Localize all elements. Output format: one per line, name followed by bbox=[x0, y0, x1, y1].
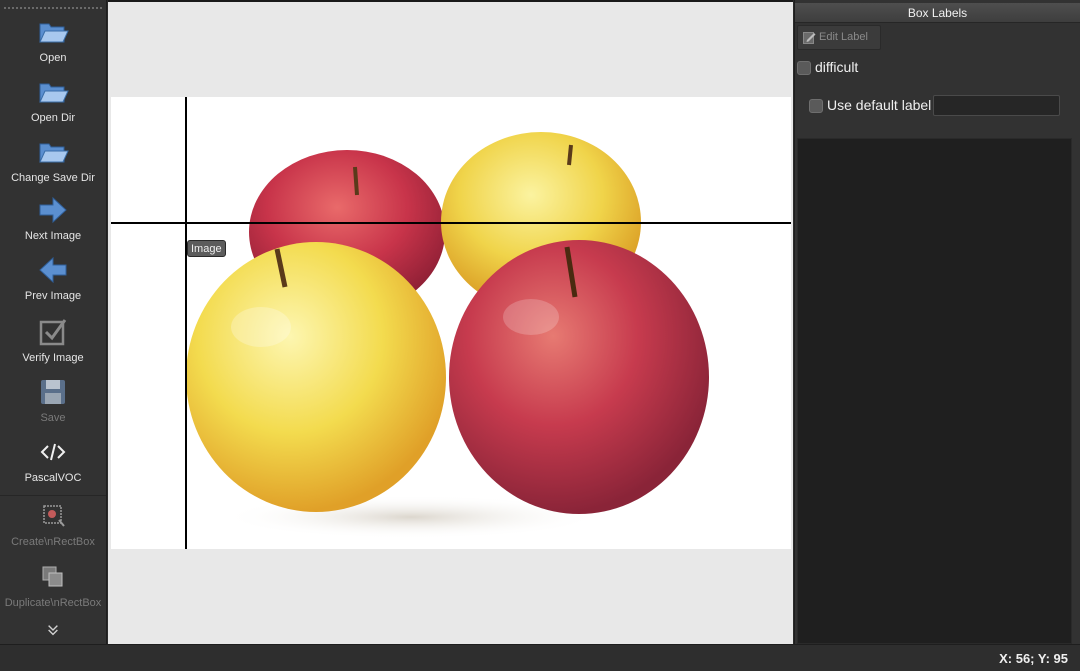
create-rect-box-icon bbox=[43, 505, 65, 527]
default-label-input[interactable] bbox=[933, 95, 1060, 116]
folder-open-icon bbox=[39, 23, 69, 43]
toolbar-grip[interactable] bbox=[4, 7, 102, 9]
apples-photo bbox=[111, 97, 791, 549]
format-label: PascalVOC bbox=[24, 472, 82, 484]
next-image-button[interactable]: Next Image bbox=[0, 194, 106, 242]
toolbar-separator bbox=[0, 495, 106, 496]
box-labels-dock: Box Labels Edit Label difficult Use defa… bbox=[794, 0, 1080, 644]
crosshair-vertical bbox=[185, 97, 187, 549]
code-tag-icon bbox=[40, 443, 66, 461]
chevron-double-down-icon bbox=[48, 625, 58, 636]
save-button[interactable]: Save bbox=[0, 376, 106, 424]
folder-open-icon bbox=[39, 143, 69, 163]
prev-image-label: Prev Image bbox=[24, 290, 82, 302]
image-canvas[interactable] bbox=[111, 97, 791, 549]
create-rect-box-label: Create\nRectBox bbox=[11, 536, 95, 548]
format-toggle-button[interactable]: PascalVOC bbox=[0, 436, 106, 484]
crosshair-horizontal bbox=[111, 222, 791, 224]
next-image-label: Next Image bbox=[24, 230, 82, 242]
arrow-left-icon bbox=[39, 256, 67, 284]
change-save-dir-label: Change Save Dir bbox=[11, 172, 95, 184]
edit-label-text: Edit Label bbox=[819, 31, 868, 43]
duplicate-rect-box-button[interactable]: Duplicate\nRectBox bbox=[0, 561, 106, 609]
open-dir-label: Open Dir bbox=[30, 112, 76, 124]
open-label: Open bbox=[39, 52, 67, 64]
verify-image-button[interactable]: Verify Image bbox=[0, 316, 106, 364]
cursor-coordinates: X: 56; Y: 95 bbox=[999, 651, 1068, 666]
floppy-disk-icon bbox=[41, 380, 65, 404]
open-dir-button[interactable]: Open Dir bbox=[0, 76, 106, 124]
open-button[interactable]: Open bbox=[0, 16, 106, 64]
verify-image-label: Verify Image bbox=[22, 352, 84, 364]
use-default-label-label: Use default label bbox=[827, 97, 932, 113]
canvas-area[interactable] bbox=[108, 0, 793, 644]
canvas-tooltip: Image bbox=[187, 240, 226, 257]
checkbox-verify-icon bbox=[39, 319, 67, 346]
folder-open-icon bbox=[39, 83, 69, 103]
label-list[interactable] bbox=[797, 138, 1072, 644]
arrow-right-icon bbox=[39, 196, 67, 224]
difficult-label: difficult bbox=[815, 59, 859, 75]
dock-title: Box Labels bbox=[795, 3, 1080, 23]
toolbar-overflow-button[interactable] bbox=[0, 622, 106, 638]
change-save-dir-button[interactable]: Change Save Dir bbox=[0, 136, 106, 184]
use-default-label-checkbox[interactable] bbox=[809, 99, 823, 113]
prev-image-button[interactable]: Prev Image bbox=[0, 254, 106, 302]
save-label: Save bbox=[40, 412, 66, 424]
create-rect-box-button[interactable]: Create\nRectBox bbox=[0, 500, 106, 548]
duplicate-rect-box-label: Duplicate\nRectBox bbox=[4, 597, 102, 609]
edit-label-button[interactable]: Edit Label bbox=[797, 25, 881, 50]
left-toolbar: Open Open Dir Change Save Dir Next Image… bbox=[0, 0, 107, 644]
edit-pencil-icon bbox=[803, 32, 816, 44]
duplicate-box-icon bbox=[42, 566, 63, 587]
status-bar: X: 56; Y: 95 bbox=[0, 644, 1080, 671]
difficult-checkbox[interactable] bbox=[797, 61, 811, 75]
